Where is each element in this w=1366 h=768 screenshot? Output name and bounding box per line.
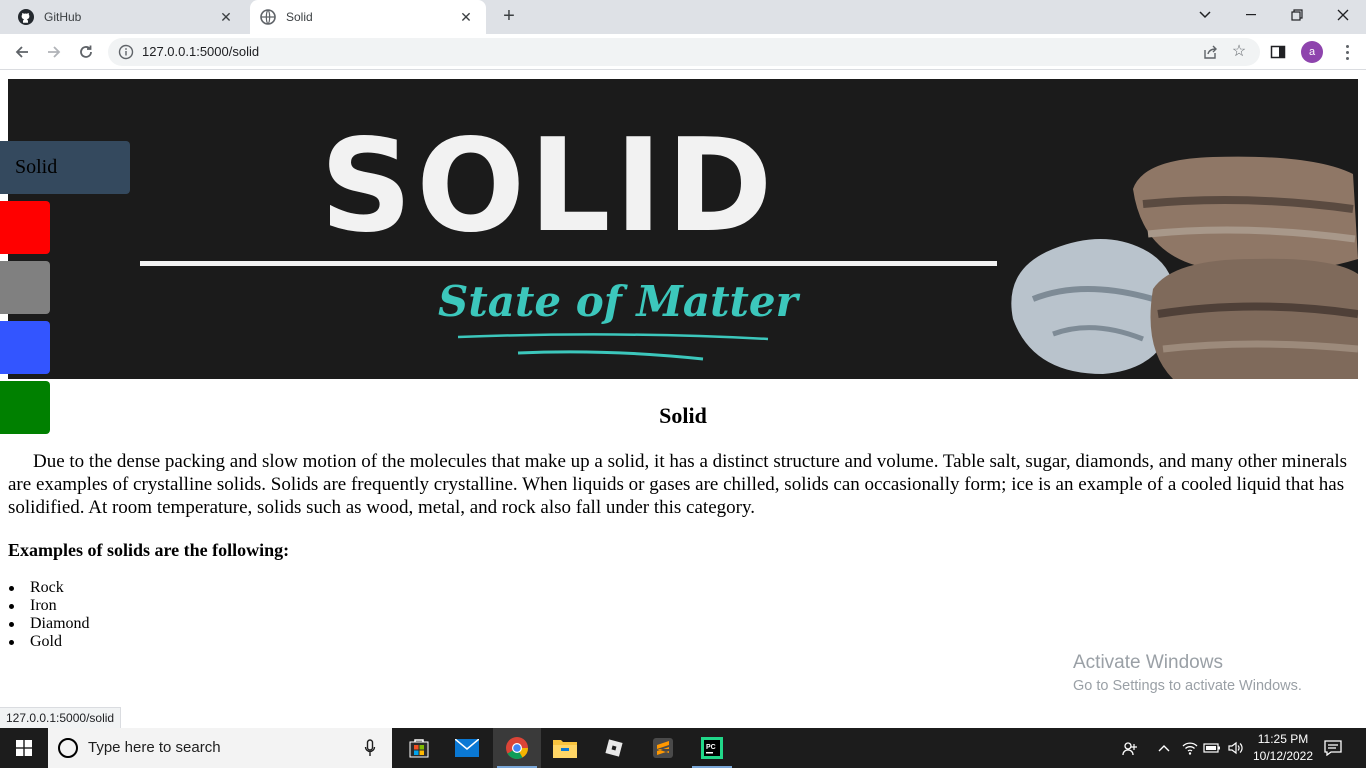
url-text: 127.0.0.1:5000/solid xyxy=(142,44,260,59)
tab-title: GitHub xyxy=(44,10,82,24)
nav-item-solid[interactable]: Solid xyxy=(0,141,130,194)
page-viewport: SOLID State of Matter Solid Solid Due to… xyxy=(0,71,1366,728)
microsoft-store-icon[interactable] xyxy=(395,728,443,768)
bookmark-star-icon[interactable]: ☆ xyxy=(1230,43,1248,61)
svg-text:PC: PC xyxy=(706,744,716,751)
browser-menu-icon[interactable] xyxy=(1337,40,1357,64)
battery-icon[interactable] xyxy=(1202,728,1222,768)
tab-github[interactable]: GitHub ✕ xyxy=(8,0,246,34)
banner-underline-swash xyxy=(457,333,769,361)
status-bubble: 127.0.0.1:5000/solid xyxy=(0,707,122,728)
browser-toolbar: 127.0.0.1:5000/solid ☆ xyxy=(0,34,1366,70)
clock-date: 10/12/2022 xyxy=(1252,749,1314,763)
banner-title: SOLID xyxy=(320,112,777,261)
restore-button[interactable] xyxy=(1274,0,1320,30)
close-tab-icon[interactable]: ✕ xyxy=(218,9,234,25)
share-icon[interactable] xyxy=(1202,44,1218,60)
windows-taskbar: Type here to search PC 11:25 PM 10/12/20… xyxy=(0,728,1366,768)
list-item: Rock xyxy=(8,579,90,597)
sublime-text-icon[interactable] xyxy=(639,728,687,768)
nav-item-blue[interactable] xyxy=(0,321,50,374)
taskbar-search-box[interactable]: Type here to search xyxy=(48,728,392,768)
banner-image: SOLID State of Matter xyxy=(8,79,1358,379)
list-item: Iron xyxy=(8,597,90,615)
search-icon xyxy=(58,738,78,758)
pycharm-icon[interactable]: PC xyxy=(688,728,736,768)
taskbar-clock[interactable]: 11:25 PM 10/12/2022 xyxy=(1246,731,1320,765)
banner-divider xyxy=(140,261,997,266)
close-tab-icon[interactable]: ✕ xyxy=(458,9,474,25)
tab-search-icon[interactable] xyxy=(1182,0,1228,30)
watermark-subtitle: Go to Settings to activate Windows. xyxy=(1073,678,1302,694)
mail-icon[interactable] xyxy=(443,728,491,768)
profile-avatar[interactable]: a xyxy=(1301,41,1323,63)
chevron-up-icon[interactable] xyxy=(1154,728,1174,768)
watermark-title: Activate Windows xyxy=(1073,652,1223,673)
file-explorer-icon[interactable] xyxy=(541,728,589,768)
volume-icon[interactable] xyxy=(1226,728,1246,768)
reload-button[interactable] xyxy=(72,38,100,66)
side-panel-icon[interactable] xyxy=(1270,44,1286,60)
windows-icon xyxy=(16,740,32,756)
forward-button[interactable] xyxy=(40,38,68,66)
github-icon xyxy=(18,9,34,25)
roblox-icon[interactable] xyxy=(590,728,638,768)
close-window-button[interactable] xyxy=(1320,0,1366,30)
tab-strip: GitHub ✕ Solid ✕ + xyxy=(0,0,1366,34)
examples-heading: Examples of solids are the following: xyxy=(8,540,290,560)
new-tab-button[interactable]: + xyxy=(498,6,520,28)
examples-list: Rock Iron Diamond Gold xyxy=(8,579,90,651)
minimize-button[interactable] xyxy=(1228,0,1274,30)
address-bar[interactable]: 127.0.0.1:5000/solid ☆ xyxy=(108,38,1260,66)
activate-windows-watermark: Activate Windows Go to Settings to activ… xyxy=(1073,651,1302,696)
nav-item-red[interactable] xyxy=(0,201,50,254)
notification-center-icon[interactable] xyxy=(1320,728,1346,768)
page-heading: Solid xyxy=(659,403,707,428)
back-button[interactable] xyxy=(8,38,36,66)
people-icon[interactable] xyxy=(1118,728,1142,768)
nav-item-gray[interactable] xyxy=(0,261,50,314)
chrome-icon[interactable] xyxy=(493,728,541,768)
search-placeholder: Type here to search xyxy=(88,739,221,756)
tab-title: Solid xyxy=(286,10,313,24)
clock-time: 11:25 PM xyxy=(1257,732,1309,746)
list-item: Gold xyxy=(8,633,90,651)
intro-paragraph: Due to the dense packing and slow motion… xyxy=(8,451,1348,518)
globe-icon xyxy=(260,9,276,25)
rocks-illustration xyxy=(1011,156,1358,379)
site-info-icon[interactable] xyxy=(118,44,134,60)
tab-solid[interactable]: Solid ✕ xyxy=(250,0,486,34)
start-button[interactable] xyxy=(0,728,48,768)
microphone-icon[interactable] xyxy=(364,739,376,757)
wifi-icon[interactable] xyxy=(1180,728,1200,768)
banner-subtitle: State of Matter xyxy=(438,277,798,326)
list-item: Diamond xyxy=(8,615,90,633)
